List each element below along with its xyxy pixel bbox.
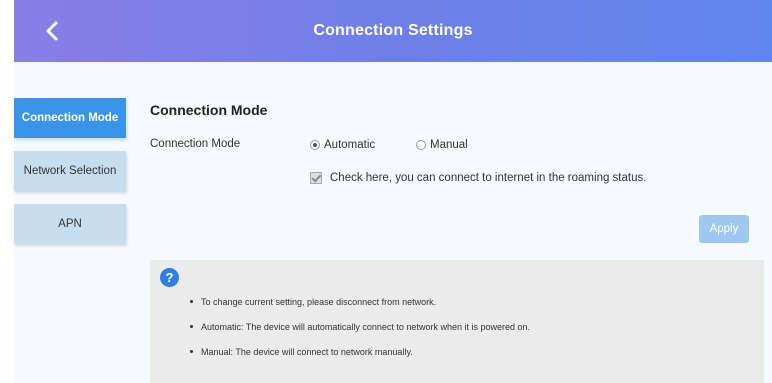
sidebar-item-network-selection[interactable]: Network Selection [14,151,126,191]
radio-manual[interactable]: Manual [416,139,468,151]
page-header: Connection Settings [14,0,772,62]
help-list: To change current setting, please discon… [190,297,530,372]
sidebar-item-connection-mode[interactable]: Connection Mode [14,98,126,138]
list-item: Automatic: The device will automatically… [190,322,530,347]
roaming-checkbox-label: Check here, you can connect to internet … [330,172,647,184]
radio-automatic[interactable]: Automatic [310,139,375,151]
radio-automatic-label: Automatic [324,139,376,151]
radio-button[interactable] [416,140,426,150]
sidebar-item-label: Network Selection [23,165,117,177]
sidebar-item-label: APN [58,218,82,230]
list-item: Manual: The device will connect to netwo… [190,347,530,372]
roaming-checkbox[interactable] [310,172,322,184]
question-icon: ? [160,268,179,287]
page-title: Connection Settings [313,22,473,39]
list-item: To change current setting, please discon… [190,297,530,322]
roaming-option: Check here, you can connect to internet … [310,172,646,184]
help-panel: ? To change current setting, please disc… [150,260,764,383]
apply-button[interactable]: Apply [699,215,749,243]
radio-manual-label: Manual [430,139,468,151]
section-title: Connection Mode [150,102,268,118]
content-area: Connection Mode Network Selection APN Co… [14,62,772,383]
sidebar-item-apn[interactable]: APN [14,204,126,244]
connection-mode-label: Connection Mode [150,138,241,150]
radio-button-checked[interactable] [310,140,320,150]
sidebar-item-label: Connection Mode [21,112,119,124]
sidebar: Connection Mode Network Selection APN [14,98,126,257]
